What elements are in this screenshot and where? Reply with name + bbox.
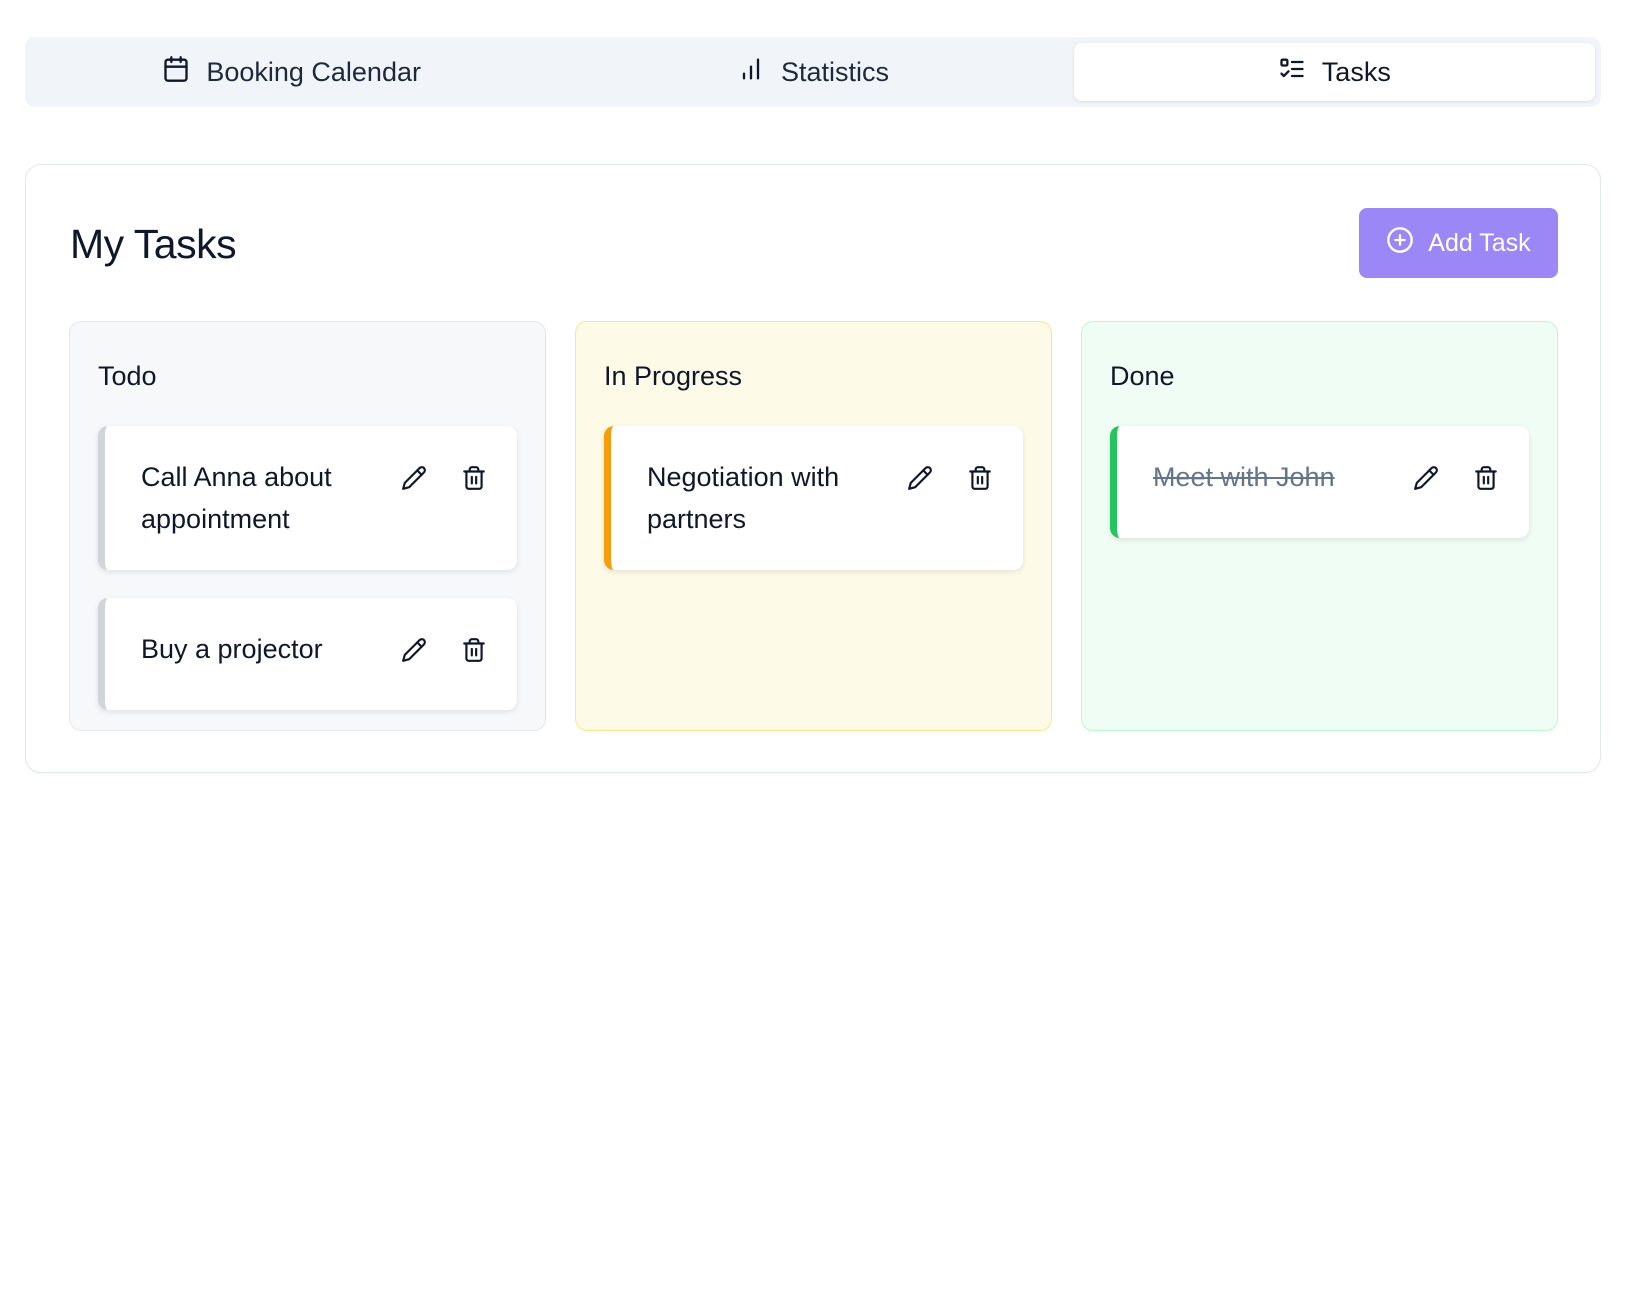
task-text: Call Anna about appointment: [141, 462, 332, 534]
tab-statistics[interactable]: Statistics: [552, 43, 1073, 101]
task-card[interactable]: Meet with John: [1110, 426, 1529, 538]
trash-icon[interactable]: [461, 636, 487, 664]
tab-bar: Booking Calendar Statistics Tasks: [25, 37, 1601, 107]
page-title: My Tasks: [70, 221, 237, 267]
pencil-icon[interactable]: [401, 464, 427, 492]
task-card[interactable]: Buy a projector: [98, 598, 517, 710]
task-text: Negotiation with partners: [647, 462, 840, 534]
calendar-icon: [162, 55, 190, 90]
column-title: Done: [1110, 361, 1175, 391]
trash-icon[interactable]: [461, 464, 487, 492]
tab-tasks[interactable]: Tasks: [1073, 43, 1595, 101]
add-task-button[interactable]: Add Task: [1359, 208, 1558, 278]
pencil-icon[interactable]: [1413, 464, 1439, 492]
tab-label: Booking Calendar: [206, 56, 421, 87]
column-title: Todo: [98, 361, 157, 391]
tab-label: Tasks: [1321, 56, 1391, 87]
column-in-progress: In Progress Negotiation with partners: [575, 321, 1052, 731]
tab-label: Statistics: [780, 56, 889, 87]
tab-booking-calendar[interactable]: Booking Calendar: [31, 43, 552, 101]
bar-chart-icon: [737, 55, 765, 90]
add-task-label: Add Task: [1428, 228, 1531, 257]
task-text: Meet with John: [1153, 462, 1335, 492]
pencil-icon[interactable]: [907, 464, 933, 492]
list-check-icon: [1278, 55, 1306, 90]
task-card[interactable]: Negotiation with partners: [604, 426, 1023, 570]
column-done: Done Meet with John: [1081, 321, 1558, 731]
kanban-board: Todo Call Anna about appointment Buy a p…: [69, 321, 1558, 731]
trash-icon[interactable]: [967, 464, 993, 492]
tasks-panel: My Tasks Add Task Todo Call Anna about a…: [25, 164, 1601, 773]
task-card[interactable]: Call Anna about appointment: [98, 426, 517, 570]
column-todo: Todo Call Anna about appointment Buy a p…: [69, 321, 546, 731]
column-title: In Progress: [604, 361, 743, 391]
plus-circle-icon: [1386, 226, 1414, 261]
pencil-icon[interactable]: [401, 636, 427, 664]
task-text: Buy a projector: [141, 634, 323, 664]
trash-icon[interactable]: [1473, 464, 1499, 492]
